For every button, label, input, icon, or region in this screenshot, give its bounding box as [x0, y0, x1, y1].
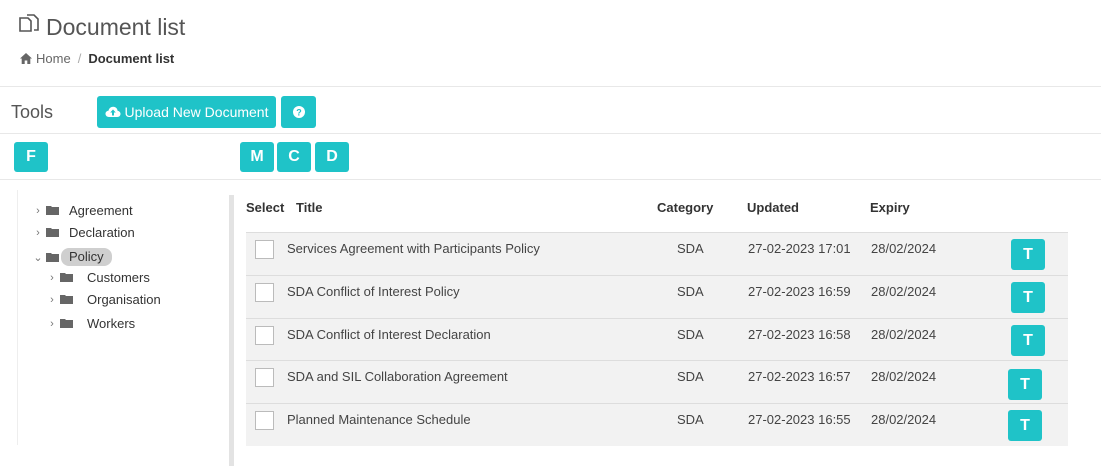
page-title: Document list	[18, 14, 185, 41]
row-title[interactable]: SDA and SIL Collaboration Agreement	[287, 369, 508, 384]
row-expiry: 28/02/2024	[871, 241, 937, 256]
row-expiry: 28/02/2024	[871, 284, 937, 299]
breadcrumb-separator: /	[77, 51, 82, 66]
tree-item-label: Workers	[87, 316, 136, 331]
chevron-right-icon[interactable]: ›	[46, 294, 58, 306]
row-title[interactable]: SDA Conflict of Interest Declaration	[287, 327, 491, 342]
folder-icon	[60, 270, 73, 285]
row-category: SDA	[677, 241, 704, 256]
tree-item-customers[interactable]: › Customers	[46, 270, 150, 285]
tree-item-organisation[interactable]: › Organisation	[46, 292, 161, 307]
row-expiry: 28/02/2024	[871, 412, 937, 427]
tree-item-label: Declaration	[69, 225, 135, 240]
row-select-checkbox[interactable]	[255, 240, 274, 259]
folder-icon	[46, 250, 59, 265]
divider	[0, 133, 1101, 134]
folder-icon	[46, 225, 59, 240]
chevron-right-icon[interactable]: ›	[32, 227, 44, 239]
row-t-button[interactable]: T	[1008, 369, 1042, 400]
folder-icon	[60, 292, 73, 307]
chevron-right-icon[interactable]: ›	[32, 205, 44, 217]
question-circle-icon: ?	[292, 106, 305, 118]
row-updated: 27-02-2023 16:59	[748, 284, 851, 299]
column-header-updated[interactable]: Updated	[747, 200, 799, 215]
filter-c-button[interactable]: C	[277, 142, 311, 172]
row-select-checkbox[interactable]	[255, 411, 274, 430]
cloud-upload-icon	[105, 106, 121, 118]
tree-item-label: Organisation	[87, 292, 161, 307]
row-t-button[interactable]: T	[1008, 410, 1042, 441]
breadcrumb-current: Document list	[88, 51, 175, 66]
divider	[0, 86, 1101, 87]
table-row[interactable]: Services Agreement with Participants Pol…	[246, 232, 1068, 275]
row-t-button[interactable]: T	[1011, 325, 1045, 356]
tree-item-label: Agreement	[69, 203, 133, 218]
breadcrumb-home-label[interactable]: Home	[36, 51, 71, 66]
page-title-text: Document list	[46, 14, 186, 40]
row-category: SDA	[677, 327, 704, 342]
tree-item-workers[interactable]: › Workers	[46, 316, 135, 331]
folder-icon	[46, 203, 59, 218]
column-header-expiry[interactable]: Expiry	[870, 200, 910, 215]
tools-label: Tools	[11, 102, 54, 122]
row-t-button[interactable]: T	[1011, 239, 1045, 270]
documents-icon	[18, 14, 40, 41]
divider	[0, 179, 1101, 180]
table-row[interactable]: SDA and SIL Collaboration Agreement SDA …	[246, 360, 1068, 403]
filter-f-button[interactable]: F	[14, 142, 48, 172]
row-select-checkbox[interactable]	[255, 283, 274, 302]
pane-splitter[interactable]	[229, 195, 234, 466]
row-category: SDA	[677, 412, 704, 427]
tree-item-agreement[interactable]: › Agreement	[32, 203, 133, 218]
row-title[interactable]: Planned Maintenance Schedule	[287, 412, 471, 427]
row-t-button[interactable]: T	[1011, 282, 1045, 313]
row-select-checkbox[interactable]	[255, 368, 274, 387]
tree-item-policy[interactable]: ⌄ Policy	[32, 248, 112, 266]
row-updated: 27-02-2023 16:57	[748, 369, 851, 384]
breadcrumb: Home / Document list	[20, 51, 174, 66]
table-row[interactable]: SDA Conflict of Interest Declaration SDA…	[246, 318, 1068, 361]
row-updated: 27-02-2023 17:01	[748, 241, 851, 256]
chevron-down-icon[interactable]: ⌄	[32, 251, 44, 264]
breadcrumb-home[interactable]: Home	[20, 51, 71, 66]
row-title[interactable]: SDA Conflict of Interest Policy	[287, 284, 460, 299]
row-updated: 27-02-2023 16:58	[748, 327, 851, 342]
row-updated: 27-02-2023 16:55	[748, 412, 851, 427]
row-expiry: 28/02/2024	[871, 369, 937, 384]
column-header-title[interactable]: Title	[296, 200, 323, 215]
chevron-right-icon[interactable]: ›	[46, 272, 58, 284]
svg-text:?: ?	[296, 107, 302, 117]
help-button[interactable]: ?	[281, 96, 316, 128]
row-select-checkbox[interactable]	[255, 326, 274, 345]
filter-m-button[interactable]: M	[240, 142, 274, 172]
table-row[interactable]: SDA Conflict of Interest Policy SDA 27-0…	[246, 275, 1068, 318]
upload-document-button[interactable]: Upload New Document	[97, 96, 276, 128]
row-title[interactable]: Services Agreement with Participants Pol…	[287, 241, 540, 256]
upload-document-label: Upload New Document	[124, 104, 269, 120]
column-header-category[interactable]: Category	[657, 200, 713, 215]
row-category: SDA	[677, 369, 704, 384]
column-header-select: Select	[246, 200, 285, 215]
filter-d-button[interactable]: D	[315, 142, 349, 172]
row-category: SDA	[677, 284, 704, 299]
tree-item-label: Policy	[61, 248, 112, 266]
table-row[interactable]: Planned Maintenance Schedule SDA 27-02-2…	[246, 403, 1068, 446]
chevron-right-icon[interactable]: ›	[46, 318, 58, 330]
home-icon	[20, 53, 32, 64]
folder-icon	[60, 316, 73, 331]
tree-item-label: Customers	[87, 270, 150, 285]
tree-border	[17, 190, 18, 445]
row-expiry: 28/02/2024	[871, 327, 937, 342]
tree-item-declaration[interactable]: › Declaration	[32, 225, 135, 240]
